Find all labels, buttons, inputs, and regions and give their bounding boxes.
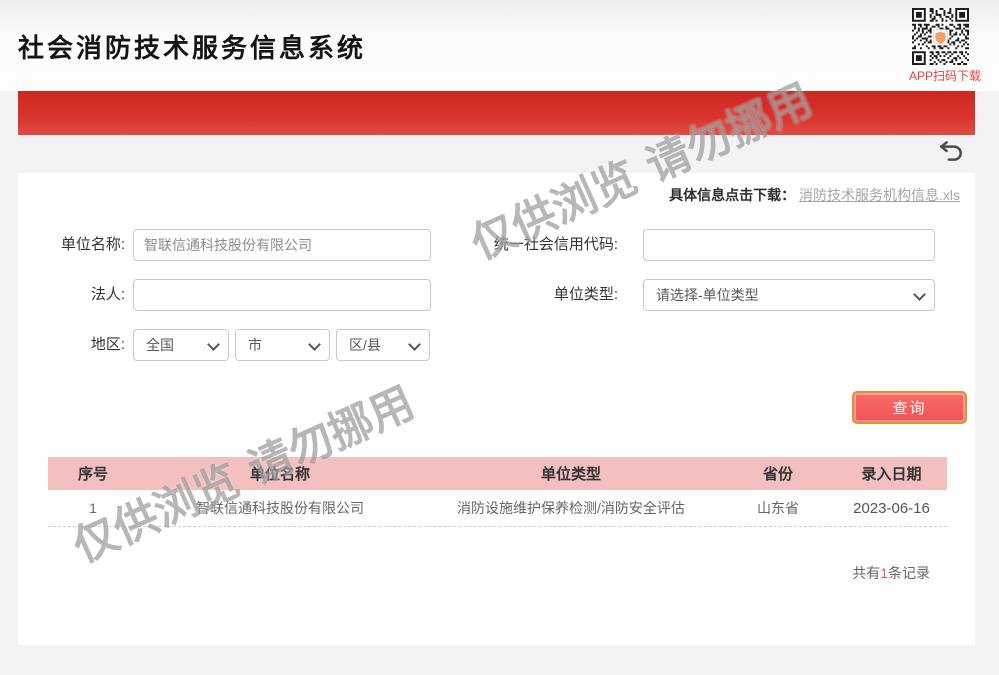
col-header-name: 单位名称 (138, 463, 422, 484)
unit-type-select[interactable]: 请选择-单位类型 (643, 279, 935, 311)
table-header-row: 序号 单位名称 单位类型 省份 录入日期 (48, 457, 947, 490)
record-count-prefix: 共有 (852, 565, 880, 581)
app-header: 社会消防技术服务信息系统 (0, 0, 999, 91)
region-label: 地区: (18, 329, 135, 361)
region-district-select[interactable]: 区/县 (336, 329, 430, 361)
credit-code-input[interactable] (643, 229, 935, 261)
unit-type-label: 单位类型: (445, 279, 630, 311)
region-district-value: 区/县 (349, 337, 381, 353)
results-table: 序号 单位名称 单位类型 省份 录入日期 1 智联信通科技股份有限公司 消防设施… (48, 457, 947, 527)
search-panel: 具体信息点击下载： 消防技术服务机构信息.xls 单位名称: 统一社会信用代码:… (18, 173, 975, 645)
cell-date: 2023-06-16 (836, 500, 947, 517)
record-count-suffix: 条记录 (888, 565, 930, 581)
unit-name-label: 单位名称: (18, 229, 135, 261)
region-city-value: 市 (248, 337, 262, 353)
download-line: 具体信息点击下载： 消防技术服务机构信息.xls (669, 185, 960, 205)
download-xls-link[interactable]: 消防技术服务机构信息.xls (799, 187, 960, 203)
cell-province: 山东省 (720, 498, 836, 518)
credit-code-label: 统一社会信用代码: (445, 229, 630, 261)
nav-bar (18, 91, 975, 135)
page-title: 社会消防技术服务信息系统 (18, 28, 366, 65)
back-button[interactable] (937, 138, 965, 164)
col-header-type: 单位类型 (422, 463, 720, 484)
region-city-select[interactable]: 市 (235, 329, 330, 361)
region-province-value: 全国 (146, 337, 174, 353)
region-province-select[interactable]: 全国 (133, 329, 229, 361)
record-count-number: 1 (880, 565, 888, 581)
cell-type: 消防设施维护保养检测/消防安全评估 (422, 498, 720, 518)
query-button[interactable]: 查询 (852, 391, 967, 424)
qr-caption: APP扫码下载 (909, 67, 971, 84)
record-count: 共有1条记录 (852, 563, 930, 583)
form-row-1: 单位名称: 统一社会信用代码: (18, 229, 975, 261)
cell-seq: 1 (48, 500, 138, 516)
qr-code-icon (909, 8, 971, 65)
col-header-province: 省份 (720, 463, 836, 484)
table-row: 1 智联信通科技股份有限公司 消防设施维护保养检测/消防安全评估 山东省 202… (48, 490, 947, 527)
qr-download-box: APP扫码下载 (909, 8, 971, 84)
unit-name-input[interactable] (133, 229, 431, 261)
col-header-date: 录入日期 (836, 463, 947, 484)
unit-type-selected-value: 请选择-单位类型 (656, 287, 759, 303)
legal-person-input[interactable] (133, 279, 431, 311)
form-row-3: 地区: 全国 市 区/县 (18, 329, 975, 361)
download-label: 具体信息点击下载： (669, 187, 795, 203)
page: 社会消防技术服务信息系统 (0, 0, 999, 675)
col-header-seq: 序号 (48, 463, 138, 484)
region-select-group: 全国 市 区/县 (133, 329, 430, 361)
cell-name: 智联信通科技股份有限公司 (138, 498, 422, 518)
legal-person-label: 法人: (18, 279, 135, 311)
form-row-2: 法人: 单位类型: 请选择-单位类型 (18, 279, 975, 311)
